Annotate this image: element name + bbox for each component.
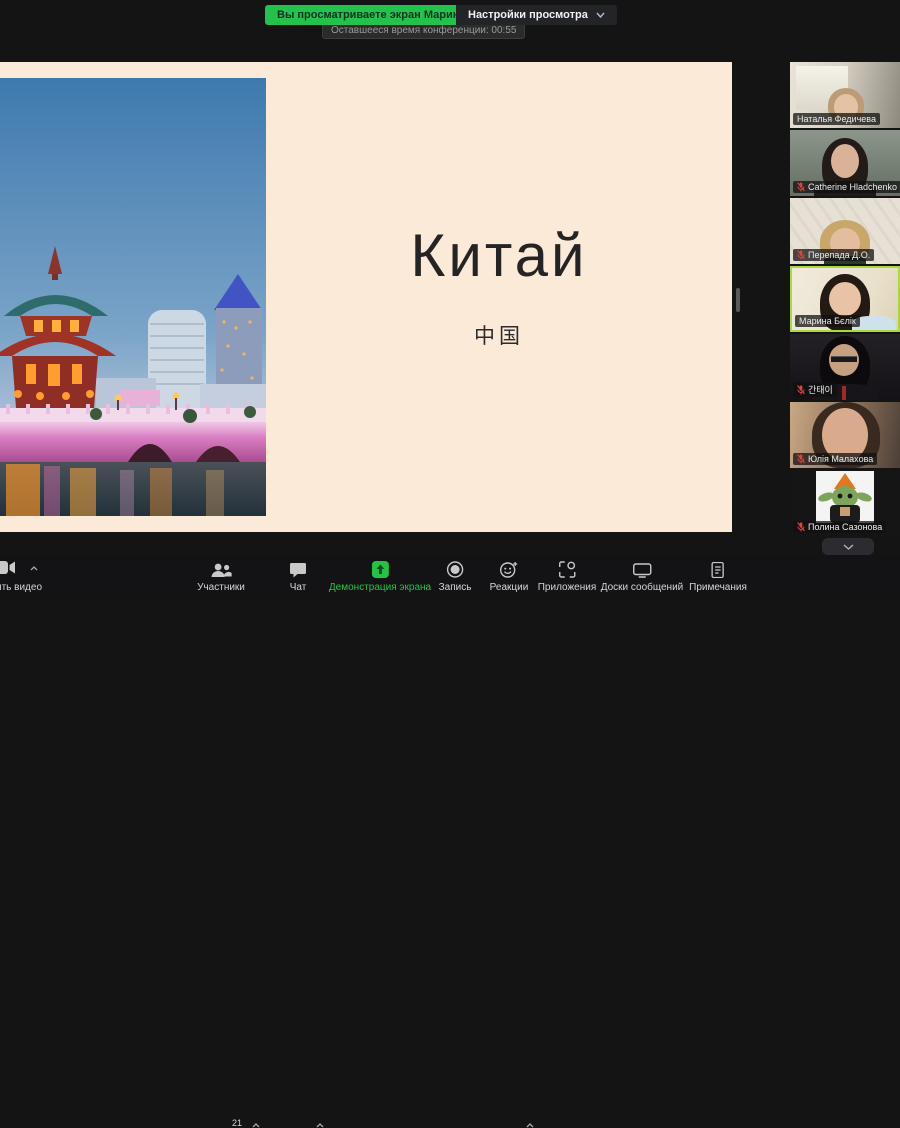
chevron-down-icon (596, 12, 605, 18)
participants-button[interactable]: Участники (197, 560, 245, 593)
record-label: Запись (439, 582, 472, 593)
muted-mic-icon (797, 385, 805, 395)
share-screen-label: Демонстрация экрана (329, 582, 431, 593)
video-label: ить видео (0, 582, 42, 593)
view-settings-label: Настройки просмотра (468, 9, 588, 21)
participant-name-chip: Catherine Hladchenko (793, 181, 900, 193)
apps-label: Приложения (538, 582, 597, 593)
collapse-thumbnails-button[interactable] (822, 538, 874, 555)
grogu-avatar-icon (816, 471, 874, 523)
chat-label: Чат (290, 582, 307, 593)
participants-count-badge: 21 (232, 1118, 242, 1128)
whiteboard-icon (633, 563, 652, 578)
muted-mic-icon (797, 250, 805, 260)
view-settings-button[interactable]: Настройки просмотра (456, 5, 617, 25)
participant-tile-5[interactable]: 간태이 (790, 334, 900, 400)
participant-name-chip: Перепада Д.О. (793, 249, 874, 261)
whiteboards-label: Доски сообщений (601, 582, 684, 593)
notes-icon (711, 562, 724, 578)
muted-mic-icon (797, 454, 805, 464)
slide-title: Китай (410, 221, 587, 290)
china-night-city-photo (0, 78, 266, 516)
notes-button[interactable]: Примечания (689, 560, 747, 593)
participants-options-chevron[interactable] (252, 1123, 260, 1128)
share-area-scrollbar[interactable] (736, 288, 740, 312)
participant-name-chip: Марина Бєлік (795, 315, 860, 327)
slide-subtitle: 中国 (474, 320, 524, 350)
chat-icon (290, 562, 307, 578)
participants-label: Участники (197, 582, 245, 593)
reactions-options-chevron[interactable] (526, 1123, 534, 1128)
muted-mic-icon (797, 182, 805, 192)
share-screen-button[interactable]: Демонстрация экрана (329, 560, 431, 593)
shared-presentation-slide: Китай 中国 (0, 62, 732, 532)
notes-label: Примечания (689, 582, 747, 593)
reactions-smiley-icon (499, 561, 518, 578)
share-screen-icon (372, 561, 389, 578)
chat-button[interactable]: Чат (290, 560, 307, 593)
video-options-chevron[interactable] (30, 566, 38, 571)
record-icon (447, 561, 464, 578)
participant-tile-1[interactable]: Наталья Федичева (790, 62, 900, 128)
participant-tile-3[interactable]: Перепада Д.О. (790, 198, 900, 264)
video-button[interactable]: ить видео (0, 560, 42, 593)
participant-name-chip: Наталья Федичева (793, 113, 880, 125)
participant-tile-7[interactable]: Полина Сазонова (790, 470, 900, 536)
chat-options-chevron[interactable] (316, 1123, 324, 1128)
apps-button[interactable]: Приложения (538, 560, 597, 593)
whiteboards-button[interactable]: Доски сообщений (601, 560, 684, 593)
participants-icon (210, 563, 232, 578)
participant-name-chip: 간태이 (793, 382, 837, 397)
participant-name-chip: Полина Сазонова (793, 521, 886, 533)
participant-tile-4-active-speaker[interactable]: Марина Бєлік (790, 266, 900, 332)
participant-tile-6[interactable]: Юлія Малахова (790, 402, 900, 468)
participant-name-chip: Юлія Малахова (793, 453, 877, 465)
reactions-label: Реакции (490, 582, 529, 593)
chevron-down-icon (843, 544, 854, 550)
apps-icon (558, 561, 575, 578)
meeting-toolbar: ить видео Участники 21 Чат Демонстрация … (0, 555, 900, 600)
muted-mic-icon (797, 522, 805, 532)
record-button[interactable]: Запись (439, 560, 472, 593)
participant-tile-2[interactable]: Catherine Hladchenko (790, 130, 900, 196)
reactions-button[interactable]: Реакции (490, 560, 529, 593)
video-camera-icon (0, 560, 15, 575)
